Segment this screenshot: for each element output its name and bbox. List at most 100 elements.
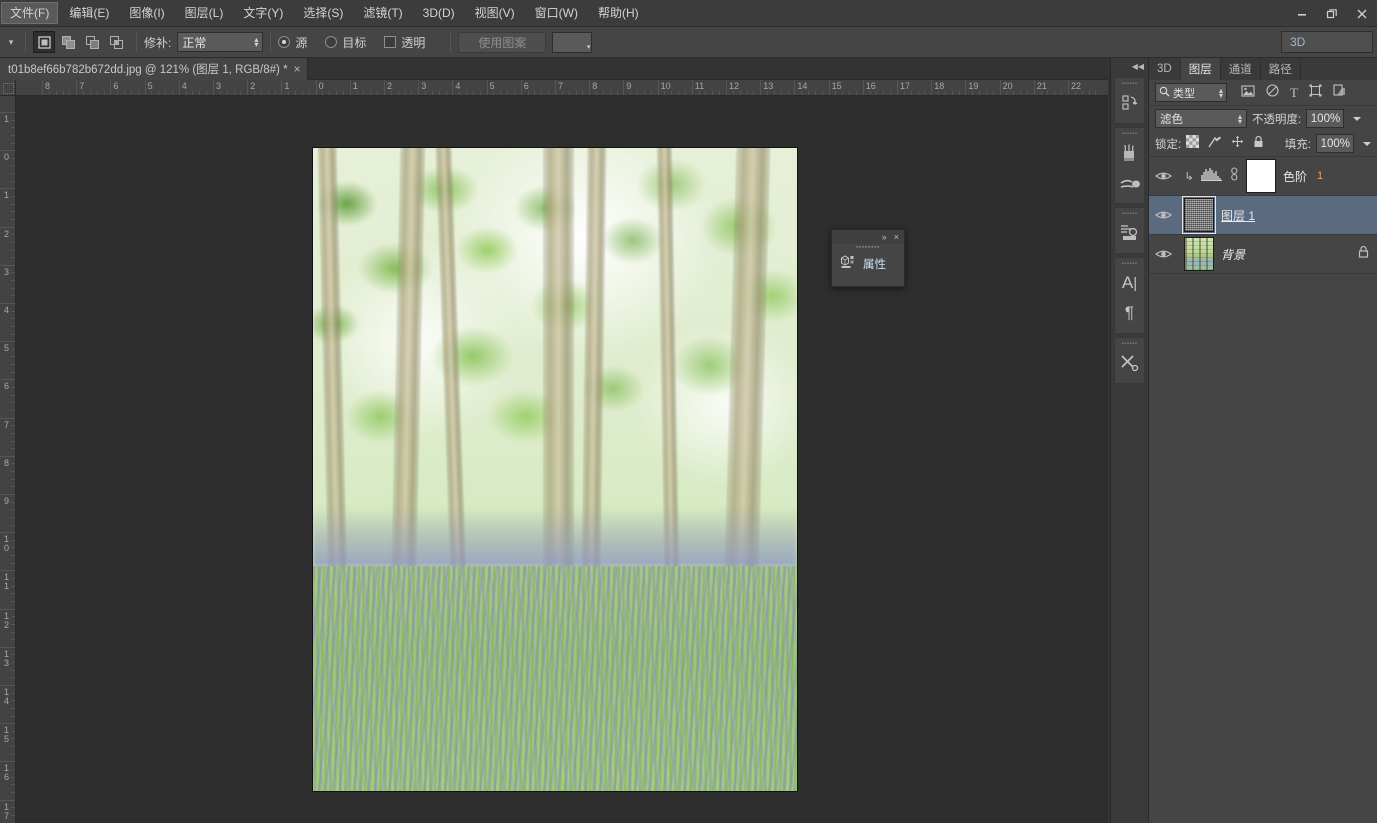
properties-floating-panel[interactable]: » × ▪▪▪▪▪▪▪▪ 属性 [831,229,905,287]
ruler-corner[interactable] [0,80,16,96]
lock-position-icon[interactable] [1231,135,1244,153]
ruler-minor-tick [11,662,15,664]
minimize-icon[interactable] [1287,0,1317,27]
filter-shape-icon[interactable] [1309,84,1322,102]
ruler-label: 1 [3,190,9,201]
destination-radio[interactable]: 目标 [325,34,372,51]
levels-histogram-icon[interactable] [1201,167,1223,186]
add-to-selection-button[interactable] [57,31,79,53]
ruler-tick [0,303,15,304]
ruler-minor-tick [48,91,50,95]
filter-type-select[interactable]: 类型 ▴ ▾ [1155,83,1227,102]
layer-visibility-toggle[interactable] [1149,248,1177,260]
transparent-checkbox[interactable]: 透明 [384,34,431,51]
tool-presets-icon[interactable] [1115,348,1144,378]
layer-name[interactable]: 图层 1 [1221,207,1255,224]
chevron-updown-icon: ▴ ▾ [1218,85,1223,100]
opacity-label: 不透明度: [1252,113,1302,126]
ruler-minor-tick [11,738,15,740]
clipping-mask-icon: ↳ [1184,170,1194,183]
tab-3d[interactable]: 3D [1149,58,1181,80]
intersect-selection-button[interactable] [105,31,127,53]
menu-item-file[interactable]: 文件(F) [1,2,59,24]
blend-mode-select[interactable]: 滤色 ▴ ▾ [1155,109,1247,128]
fill-input[interactable]: 100% [1316,134,1354,153]
ruler-label: 17 [900,81,911,91]
character-icon[interactable]: A | [1115,268,1144,298]
vertical-ruler[interactable]: 1012345678910111213141516171819 [0,96,16,823]
source-radio[interactable]: 源 [278,34,313,51]
chevron-updown-icon: ▴ ▾ [1237,111,1242,126]
horizontal-ruler[interactable]: 8 7 6 5 4 3 2 1 0 1 2 3 4 5 6 7 8 9 10 11 12 13 14 15 16 17 18 19 20… [16,80,1108,96]
patch-mode-select[interactable]: 正常 ▴ ▾ [177,32,264,52]
history-icon[interactable] [1115,88,1144,118]
chevron-updown-icon: ▴ ▾ [254,35,259,49]
opacity-slider-chevron-down-icon[interactable] [1353,116,1362,121]
tab-layers[interactable]: 图层 [1180,58,1221,80]
menu-item-layer[interactable]: 图层(L) [176,2,233,24]
subtract-from-selection-button[interactable] [81,31,103,53]
close-icon[interactable] [1347,0,1377,27]
properties-panel-tab[interactable]: 属性 [832,252,904,274]
filter-pixel-icon[interactable] [1241,84,1255,102]
adjustments-icon[interactable] [1115,218,1144,248]
expand-panels-icon[interactable]: ◀◀ [1111,58,1148,74]
menu-item-image[interactable]: 图像(I) [120,2,173,24]
use-pattern-button[interactable]: 使用图案 [458,31,547,53]
restore-icon[interactable] [1317,0,1347,27]
layer-mask-thumbnail[interactable] [1246,159,1276,193]
lock-image-icon[interactable] [1208,135,1222,153]
link-icon[interactable] [1230,166,1239,186]
menu-item-help[interactable]: 帮助(H) [589,2,648,24]
workspace-switcher[interactable]: 3D [1281,31,1373,53]
layer-visibility-toggle[interactable] [1149,170,1177,182]
menu-item-select[interactable]: 选择(S) [294,2,352,24]
ruler-minor-tick [438,91,440,95]
brush-presets-icon[interactable] [1115,168,1144,198]
opacity-input[interactable]: 100% [1306,109,1345,128]
ruler-minor-tick [1095,91,1097,95]
panel-tab-strip: 3D 图层 通道 路径 [1149,58,1377,80]
panel-grip: ▪▪▪▪▪▪ [1121,131,1138,137]
new-selection-button[interactable] [33,31,55,53]
close-icon[interactable]: × [894,232,899,242]
document-tab[interactable]: t01b8ef66b782b672dd.jpg @ 121% (图层 1, RG… [0,58,308,80]
table-row[interactable]: 背景 [1149,235,1377,274]
filter-type-icon[interactable]: T [1290,84,1298,102]
menu-item-filter[interactable]: 滤镜(T) [354,2,411,24]
layer-thumbnail[interactable] [1184,237,1214,271]
paragraph-icon[interactable]: ¶ [1115,298,1144,328]
ruler-minor-tick [842,91,844,95]
lock-transparency-icon[interactable] [1186,134,1200,153]
close-icon[interactable]: × [294,63,301,75]
collapse-icon[interactable]: » [882,232,887,242]
layer-visibility-toggle[interactable] [1149,209,1177,221]
filter-smartobject-icon[interactable] [1333,83,1346,102]
tab-paths[interactable]: 路径 [1261,58,1301,80]
ruler-minor-tick [1013,91,1015,95]
layer-thumbnail[interactable] [1182,196,1216,234]
menu-item-view[interactable]: 视图(V) [466,2,524,24]
tool-preset-icon[interactable]: ▾ [4,37,18,48]
brushes-icon[interactable] [1115,138,1144,168]
ruler-minor-tick [801,91,803,95]
properties-panel-titlebar[interactable]: » × [832,230,904,244]
ruler-minor-tick [616,91,618,95]
ruler-tick [0,112,15,113]
menu-item-window[interactable]: 窗口(W) [526,2,587,24]
filter-adjustment-icon[interactable] [1266,83,1279,102]
lock-all-icon[interactable] [1253,135,1264,153]
table-row[interactable]: 图层 1 [1149,196,1377,235]
ruler-minor-tick [96,91,98,95]
tab-channels[interactable]: 通道 [1221,58,1261,80]
canvas-area[interactable] [16,96,1108,823]
pattern-swatch-dropdown[interactable]: ▾ [552,31,593,53]
menu-item-type[interactable]: 文字(Y) [234,2,292,24]
fill-slider-chevron-down-icon[interactable] [1363,141,1371,146]
menu-item-edit[interactable]: 编辑(E) [60,2,118,24]
ruler-minor-tick [678,91,680,95]
table-row[interactable]: ↳ 色阶 1 [1149,157,1377,196]
menu-item-3d[interactable]: 3D(D) [414,2,464,24]
image-canvas[interactable] [312,147,798,792]
source-radio-dot [278,36,291,48]
